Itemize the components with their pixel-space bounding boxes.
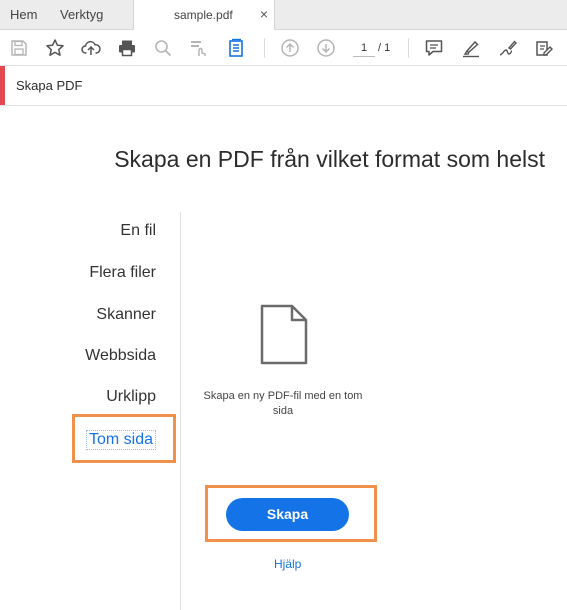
highlight-box-create — [205, 485, 377, 542]
toolbar-divider — [408, 38, 409, 58]
nav-item-webbsida[interactable]: Webbsida — [85, 347, 156, 365]
nav-item-urklipp[interactable]: Urklipp — [106, 388, 156, 406]
search-icon[interactable] — [152, 37, 174, 59]
panel-title: Skapa PDF — [16, 78, 83, 93]
highlight-box-tom-sida — [72, 414, 176, 463]
touch-select-icon[interactable] — [188, 37, 210, 59]
nav-item-skanner[interactable]: Skanner — [96, 306, 156, 324]
page-number-input[interactable]: 1 — [353, 39, 375, 57]
nav-divider — [180, 212, 181, 610]
tab-bar: Hem Verktyg sample.pdf × — [0, 0, 567, 30]
panel-header: Skapa PDF — [0, 66, 567, 106]
save-icon[interactable] — [8, 37, 30, 59]
panel-accent-bar — [0, 66, 5, 105]
help-link[interactable]: Hjälp — [274, 557, 301, 571]
page-text-icon[interactable] — [225, 37, 247, 59]
tab-tools[interactable]: Verktyg — [60, 0, 103, 30]
up-arrow-icon[interactable] — [279, 37, 301, 59]
toolbar: 1 / 1 — [0, 30, 567, 66]
close-icon[interactable]: × — [260, 0, 268, 29]
sign-icon[interactable] — [497, 37, 519, 59]
down-arrow-icon[interactable] — [315, 37, 337, 59]
print-icon[interactable] — [116, 37, 138, 59]
nav-item-en-fil[interactable]: En fil — [120, 222, 156, 240]
fill-sign-icon[interactable] — [533, 37, 555, 59]
star-icon[interactable] — [44, 37, 66, 59]
blank-document-icon — [260, 304, 308, 365]
tab-document-label: sample.pdf — [174, 8, 233, 22]
cloud-upload-icon[interactable] — [80, 37, 102, 59]
highlight-icon[interactable] — [460, 37, 482, 59]
comment-icon[interactable] — [423, 37, 445, 59]
toolbar-divider — [264, 38, 265, 58]
page-total: / 1 — [378, 42, 391, 54]
tab-home[interactable]: Hem — [10, 0, 37, 30]
page-title: Skapa en PDF från vilket format som hels… — [114, 146, 545, 172]
nav-item-flera-filer[interactable]: Flera filer — [89, 264, 156, 282]
description-text: Skapa en ny PDF-fil med en tom sida — [203, 390, 363, 417]
tab-document[interactable]: sample.pdf × — [133, 0, 275, 30]
